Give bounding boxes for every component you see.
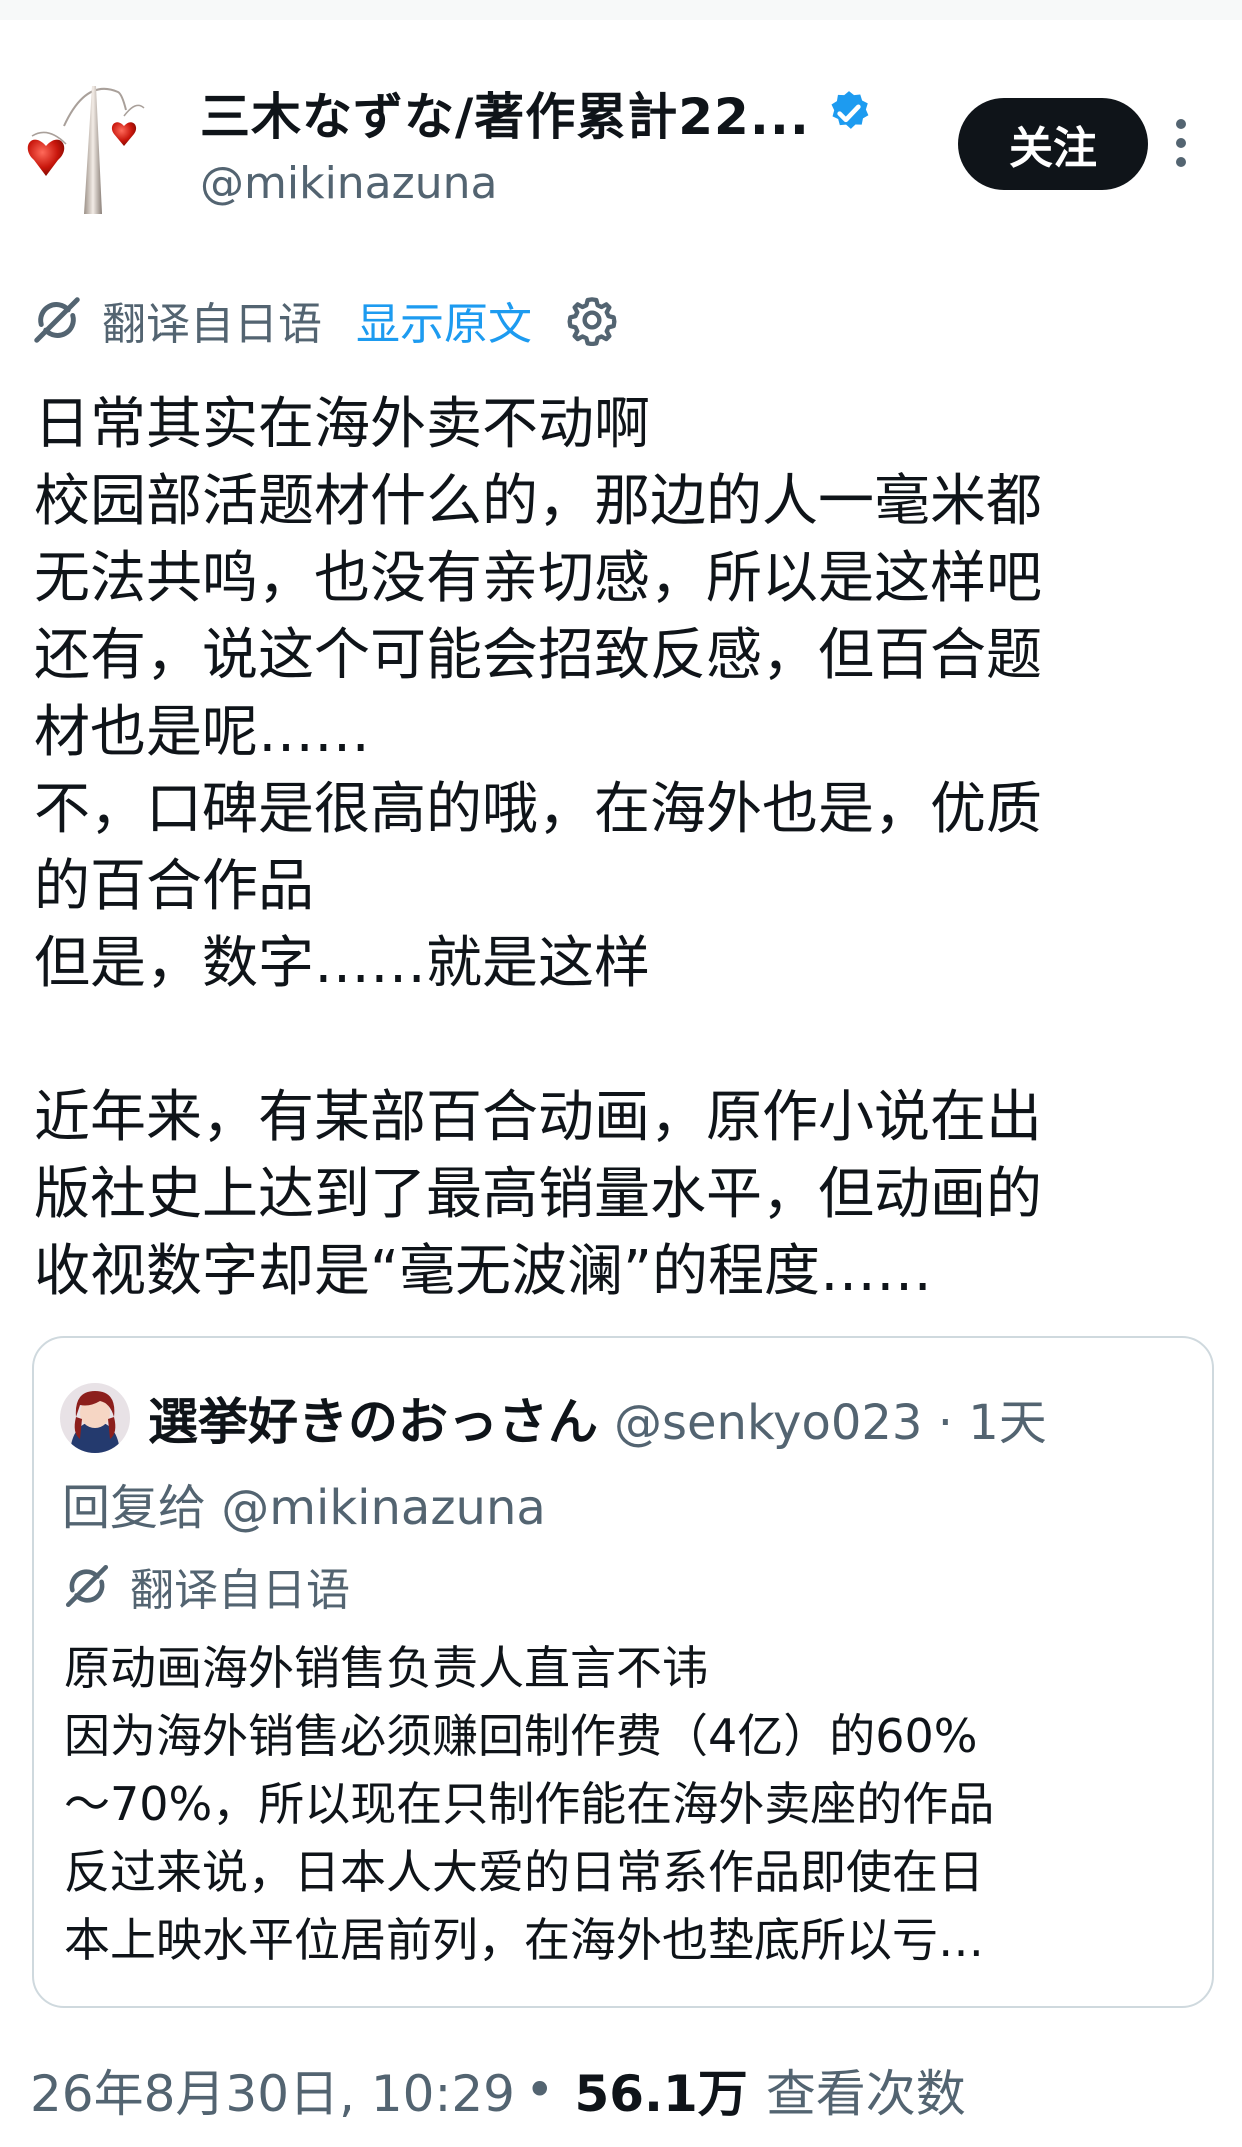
post-line: 无法共鸣，也没有亲切感，所以是这样吧 [34,546,1042,611]
post-line: 收视数字却是“毫无波澜”的程度…… [34,1239,933,1304]
post-line: 日常其实在海外卖不动啊 [34,392,650,457]
translation-bar: 翻译自日语 显示原文 [30,290,618,350]
gear-icon[interactable] [566,294,618,346]
meta-separator: • [524,2061,555,2119]
post-line: 校园部活题材什么的，那边的人一毫米都 [34,469,1042,534]
follow-button[interactable]: 关注 [958,98,1148,190]
view-count-label: 查看次数 [765,2065,966,2123]
verified-badge-icon [831,91,869,129]
more-dots-icon[interactable] [1174,118,1188,168]
heart-mobile-avatar-icon [27,86,145,214]
status-strip [0,0,1242,20]
post-line: 版社史上达到了最高销量水平，但动画的 [34,1162,1042,1227]
quoted-author-name[interactable]: 選挙好きのおっさん [148,1382,598,1454]
quoted-line: ～70%，所以现在只制作能在海外卖座的作品 [64,1777,995,1831]
quoted-translation-bar: 翻译自日语 [62,1556,350,1616]
reply-to-label[interactable]: 回复给 @mikinazuna [62,1468,546,1538]
author-avatar[interactable] [26,86,176,216]
quoted-header: 選挙好きのおっさん @senkyo023 · 1天 [148,1380,1047,1456]
translate-icon [34,297,80,343]
post-meta: 26年8月30日, 10:29 • 56.1万 查看次数 [30,2050,966,2130]
quoted-author-avatar[interactable] [60,1383,130,1453]
author-name-row[interactable]: 三木なずな/著作累計22... [200,78,874,148]
translated-from-label: 翻译自日语 [102,299,322,350]
quoted-post-card[interactable]: 選挙好きのおっさん @senkyo023 · 1天 回复给 @mikinazun… [32,1336,1214,2008]
quoted-text: 原动画海外销售负责人直言不讳 因为海外销售必须赚回制作费（4亿）的60% ～70… [64,1634,1194,1974]
post-text: 日常其实在海外卖不动啊 校园部活题材什么的，那边的人一毫米都 无法共鸣，也没有亲… [34,386,1214,1310]
author-handle[interactable]: @mikinazuna [200,158,497,209]
post-line: 近年来，有某部百合动画，原作小说在出 [34,1085,1042,1150]
post-line: 但是，数字……就是这样 [34,931,650,996]
anime-avatar-icon [60,1383,130,1453]
post-line: 不，口碑是很高的哦，在海外也是，优质 [34,777,1042,842]
quoted-translated-label: 翻译自日语 [130,1565,350,1616]
quoted-line: 因为海外销售必须赚回制作费（4亿）的60% [64,1709,978,1763]
quoted-line: 原动画海外销售负责人直言不讳 [64,1641,708,1695]
quoted-handle-time[interactable]: @senkyo023 · 1天 [614,1383,1047,1453]
show-original-link[interactable]: 显示原文 [356,288,532,352]
post-line: 还有，说这个可能会招致反感，但百合题 [34,623,1042,688]
post-timestamp[interactable]: 26年8月30日, 10:29 [30,2054,515,2126]
author-display-name[interactable]: 三木なずな/著作累計22... [200,77,810,149]
post-line: 材也是呢…… [34,700,370,765]
post-line: 的百合作品 [34,854,314,919]
quoted-line: 本上映水平位居前列，在海外也垫底所以亏… [64,1913,984,1967]
view-count: 56.1万 [574,2065,748,2123]
quoted-line: 反过来说，日本人大爱的日常系作品即使在日 [64,1845,984,1899]
translate-icon [65,1564,109,1608]
